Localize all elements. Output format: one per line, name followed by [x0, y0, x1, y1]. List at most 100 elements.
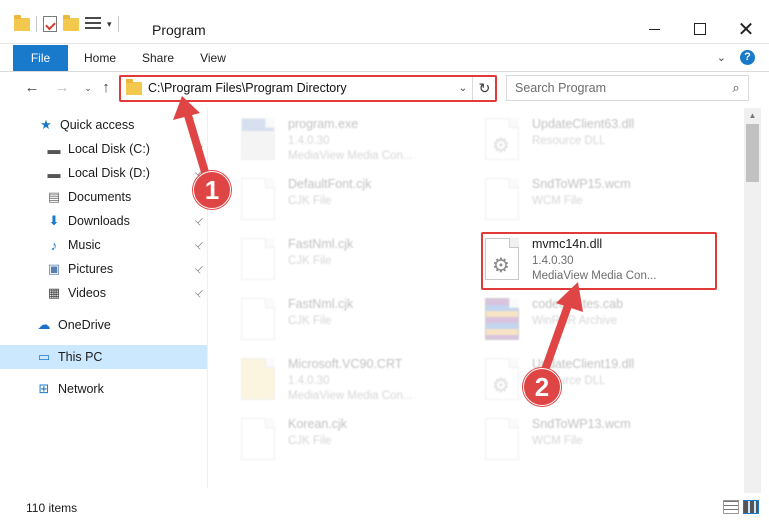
step-1-badge: 1: [193, 171, 231, 209]
file-list: program.exe 1.4.0.30 MediaView Media Con..…: [218, 108, 744, 488]
minimize-button[interactable]: [631, 14, 677, 44]
quick-access-toolbar: ▾: [14, 14, 119, 34]
navigation-pane: ★ Quick access ▬ Local Disk (C:) ⊥ ▬ Local Dis…: [0, 108, 210, 488]
file-detail: WCM File: [532, 435, 583, 447]
toolbar-separator: [117, 16, 119, 32]
file-detail: WinRAR Archive: [532, 315, 617, 327]
sidebar-item-label: Music: [68, 238, 101, 252]
sidebar-item-local-disk-d[interactable]: ▬ Local Disk (D:) ⊥: [0, 161, 208, 185]
manifest-file-icon: [238, 356, 278, 402]
file-icon: [238, 176, 278, 222]
sidebar-item-label: Documents: [68, 190, 132, 204]
expand-ribbon-icon[interactable]: ⌄: [717, 51, 726, 64]
file-name: UpdateClient63.dll: [532, 117, 635, 131]
step-2-badge: 2: [523, 368, 561, 406]
search-box[interactable]: ⌕: [506, 75, 749, 101]
pictures-icon: ▣: [47, 261, 61, 276]
cloud-icon: ☁: [37, 317, 51, 332]
ribbon-help-area: ⌄ ?: [717, 50, 755, 65]
sidebar-item-label: OneDrive: [58, 318, 111, 332]
file-item[interactable]: codecsrates.cab WinRAR Archive: [468, 290, 708, 348]
navigation-pane-divider: [207, 108, 208, 488]
file-item[interactable]: SndToWP15.wcm WCM File: [468, 170, 708, 228]
file-name: FastNml.cjk: [288, 237, 354, 251]
file-detail: Resource DLL: [532, 135, 606, 147]
file-item[interactable]: program.exe 1.4.0.30 MediaView Media Con..…: [224, 110, 464, 168]
maximize-button[interactable]: [677, 14, 723, 44]
tab-file[interactable]: File: [13, 45, 68, 71]
sidebar-item-pictures[interactable]: ▣ Pictures ⊥: [0, 257, 208, 281]
sidebar-item-downloads[interactable]: ⬇ Downloads ⊥: [0, 209, 208, 233]
new-folder-icon[interactable]: [63, 14, 79, 31]
sidebar-item-label: Quick access: [60, 118, 135, 132]
tab-view[interactable]: View: [196, 45, 230, 71]
sidebar-item-videos[interactable]: ▦ Videos ⊥: [0, 281, 208, 305]
file-detail: CJK File: [288, 315, 332, 327]
file-icon: [482, 416, 522, 462]
file-detail: 1.4.0.30: [288, 375, 330, 387]
search-input[interactable]: [515, 81, 724, 95]
exe-file-icon: [238, 116, 278, 162]
customize-toolbar-icon[interactable]: [85, 17, 101, 31]
back-button[interactable]: ←: [22, 77, 42, 99]
file-detail: 1.4.0.30: [288, 135, 330, 147]
file-name: SndToWP15.wcm: [532, 177, 631, 191]
pin-icon: ⊥: [192, 262, 207, 276]
details-view-button[interactable]: [723, 500, 739, 514]
music-icon: ♪: [50, 237, 58, 253]
file-icon: [238, 416, 278, 462]
sidebar-item-documents[interactable]: ▤Documents⊥: [0, 185, 208, 209]
up-button[interactable]: ↑: [96, 77, 116, 99]
file-item[interactable]: UpdateClient19.dllResource DLL: [468, 350, 708, 408]
address-highlight-box: [119, 75, 497, 102]
file-item[interactable]: DefaultFont.cjk CJK File: [224, 170, 464, 228]
vertical-scrollbar[interactable]: ▲: [744, 108, 761, 493]
dll-file-icon: [482, 116, 522, 162]
file-name: SndToWP13.wcm: [532, 417, 631, 431]
archive-file-icon: [482, 296, 522, 342]
file-item[interactable]: Microsoft.VC90.CRT 1.4.0.30 MediaView Medi…: [224, 350, 464, 408]
file-detail: CJK File: [288, 255, 332, 267]
computer-icon: ▭: [37, 349, 51, 364]
network-icon: ⊞: [38, 381, 50, 396]
videos-icon: ▦: [47, 285, 61, 300]
sidebar-item-music[interactable]: ♪ Music ⊥: [0, 233, 208, 257]
sidebar-item-label: This PC: [58, 350, 103, 364]
close-button[interactable]: ✕: [723, 14, 769, 44]
search-icon[interactable]: ⌕: [724, 80, 748, 96]
sidebar-item-onedrive[interactable]: ☁ OneDrive: [0, 313, 208, 337]
drive-icon: ▬: [47, 141, 61, 157]
scrollbar-thumb[interactable]: [746, 124, 759, 182]
ribbon-tabs: File Home Share View ⌄ ?: [0, 45, 769, 72]
sidebar-item-quick-access[interactable]: ★ Quick access: [0, 113, 208, 137]
file-item[interactable]: FastNml.cjk CJK File: [224, 290, 464, 348]
help-icon[interactable]: ?: [740, 50, 755, 65]
tab-share[interactable]: Share: [140, 45, 176, 71]
pin-icon: ⊥: [192, 142, 207, 156]
recent-locations-button[interactable]: ⌄: [78, 77, 98, 99]
file-highlight-box: [481, 232, 717, 290]
toolbar-separator: [36, 16, 37, 32]
star-icon: ★: [40, 117, 52, 132]
view-buttons: [723, 500, 759, 514]
qat-dropdown-icon[interactable]: ▾: [107, 19, 112, 30]
properties-icon[interactable]: [43, 16, 57, 32]
sidebar-item-label: Downloads: [68, 214, 130, 228]
tiles-view-button[interactable]: [743, 500, 759, 514]
tab-home[interactable]: Home: [80, 45, 120, 71]
file-item[interactable]: FastNml.cjk CJK File: [224, 230, 464, 288]
file-item[interactable]: SndToWP13.wcm WCM File: [468, 410, 708, 468]
file-item[interactable]: Korean.cjk CJK File: [224, 410, 464, 468]
sidebar-item-this-pc[interactable]: ▭ This PC: [0, 345, 208, 369]
status-bar: 110 items: [0, 496, 769, 520]
dll-file-icon: [482, 356, 522, 402]
window-controls: ✕: [631, 14, 769, 44]
file-name: DefaultFont.cjk: [288, 177, 372, 191]
file-item[interactable]: UpdateClient63.dll Resource DLL: [468, 110, 708, 168]
download-icon: ⬇: [48, 213, 60, 228]
window-title: Program: [152, 22, 206, 38]
sidebar-item-local-disk-c[interactable]: ▬ Local Disk (C:) ⊥: [0, 137, 208, 161]
scroll-up-icon[interactable]: ▲: [744, 108, 761, 124]
sidebar-item-network[interactable]: ⊞ Network: [0, 377, 208, 401]
forward-button[interactable]: →: [52, 77, 72, 99]
